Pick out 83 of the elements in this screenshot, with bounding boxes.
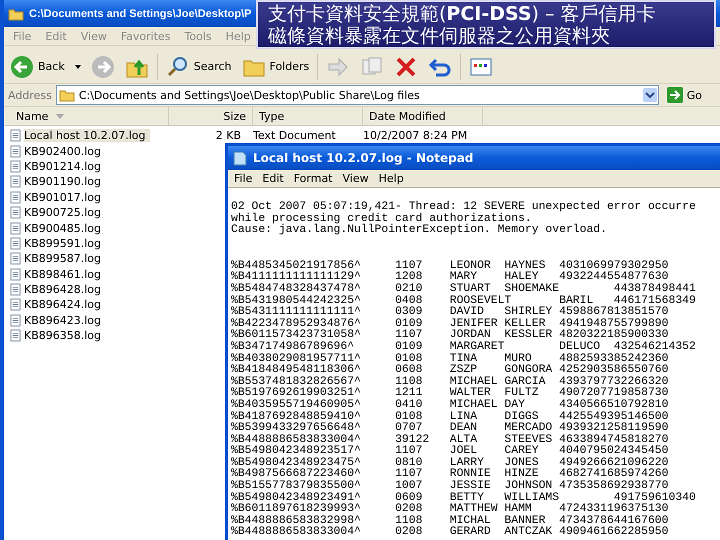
dropdown-icon[interactable] (642, 88, 657, 102)
document-item[interactable]: KB899591.log (10, 236, 165, 251)
document-item[interactable]: KB901214.log (10, 158, 165, 174)
log-record: %B5537481832826567^ 1108 MICHAEL GARCIA 4393797732266320 (231, 376, 670, 388)
log-record: %B4035955719460905^ 0410 MICHAEL DAY 4340566510792810 (231, 400, 670, 411)
log-record: %B5155778379835500^ 1007 JESSIE JOHNSON 4735358692938770 (231, 481, 668, 492)
go-arrow-icon (666, 87, 683, 103)
log-record: %B347174986789696^ 0109 MARGARET DELUCO 432546214352 (231, 342, 697, 353)
log-record: %B6011897618239993^ 0208 MATTHEW HAMM 4724331196375130 (231, 504, 670, 516)
back-button[interactable]: Back (8, 52, 83, 80)
log-line: Cause: java.lang.NullPointerException. Memory overload. (231, 225, 608, 237)
column-header[interactable]: Size (169, 107, 253, 125)
log-record: %B4111111111111129^ 1208 MARY HALEY 4932244554877630 (231, 272, 668, 284)
log-record: %B4987566687223460^ 1107 RONNIE HINZE 4682741685974260 (231, 469, 670, 480)
text-document-icon (10, 252, 21, 266)
log-record: %B4488886583832998^ 1108 MICHAL BANNER 4734378644167600 (231, 516, 670, 527)
document-item[interactable]: KB896428.log (10, 282, 165, 298)
window-title: C:\Documents and Settings\Joe\Desktop\P (29, 8, 252, 20)
document-item[interactable]: KB896358.log (10, 328, 165, 344)
log-record: %B4038029081957711^ 0108 TINA MURO 4882593385242360 (231, 354, 670, 365)
text-document-icon (10, 144, 21, 158)
folders-button[interactable]: Folders (240, 52, 312, 80)
notepad-icon (232, 150, 248, 166)
log-record: %B4485345021917856^ 1107 LEONOR HAYNES 4031069979302950 (231, 260, 670, 272)
file-type: Text Document (252, 129, 337, 142)
caption-text: 磁條資料暴露在文件伺服器之公用資料夾 (268, 24, 611, 46)
menu-item[interactable]: Edit (258, 172, 288, 185)
text-document-icon (10, 314, 21, 327)
log-record: %B4488886583833004^ 39122 ALTA STEEVES 4633894745818270 (231, 434, 670, 446)
text-document-icon (10, 283, 21, 296)
log-record: %B5197692619903251^ 1211 WALTER FULTZ 4907207719858730 (231, 388, 670, 400)
log-record: %B5484748328437478^ 0210 STUART SHOEMAKE 443878498441 (231, 284, 697, 295)
file-date: 10/2/2007 8:24 PM (362, 129, 468, 142)
address-field[interactable]: C:\Documents and Settings\Joe\Desktop\Public Share\Log files (56, 85, 659, 105)
document-item[interactable]: KB901190.log (10, 174, 165, 190)
text-document-icon (10, 329, 21, 342)
log-record: %B5498042348923491^ 0609 BETTY WILLIAMS 491759610340 (231, 492, 697, 504)
sort-caret-icon (56, 114, 64, 118)
column-header[interactable]: Name (4, 107, 169, 125)
log-record: %B5431980544242325^ 0408 ROOSEVELT BARIL 446171568349 (231, 296, 697, 307)
text-document-icon (10, 236, 21, 250)
document-item[interactable]: KB899587.log (10, 251, 165, 266)
text-document-icon (10, 268, 21, 281)
menu-item[interactable]: Help (374, 172, 408, 185)
document-item[interactable]: KB900485.log (10, 220, 165, 236)
caret-icon (74, 64, 81, 68)
column-header[interactable]: Type (253, 107, 363, 125)
document-item[interactable]: KB896424.log (10, 297, 165, 312)
document-item[interactable]: KB896423.log (10, 312, 165, 328)
column-header[interactable]: Date Modified (363, 107, 483, 125)
menu-item[interactable]: Format (290, 172, 336, 185)
menu-item[interactable]: File (230, 172, 256, 185)
log-record: %B4223478952934876^ 0109 JENIFER KELLER 4941948755799890 (231, 318, 670, 330)
caption-text: 支付卡資料安全規範(PCI-DSS) – 客戶信用卡 (268, 2, 657, 24)
log-record: %B5431111111111111^ 0309 DAVID SHIRLEY 4598867813851570 (231, 307, 670, 318)
text-document-icon (10, 222, 21, 235)
document-item[interactable]: KB900725.log (10, 205, 165, 220)
log-line: 02 Oct 2007 05:07:19,421- Thread: 12 SEVERE unexpected error occurre (231, 202, 697, 213)
menu-item[interactable]: View (338, 172, 373, 185)
text-document-icon (10, 298, 21, 312)
delete-icon[interactable] (394, 54, 418, 78)
document-item[interactable]: KB901017.log (10, 190, 165, 205)
search-icon (166, 54, 190, 78)
window-title: Local host 10.2.07.log - Notepad (253, 151, 474, 165)
document-item[interactable]: KB902400.log (10, 144, 165, 159)
log-record: %B4488886583833004^ 0208 GERARD ANTCZAK 4909461662285950 (231, 527, 670, 540)
address-label: Address (8, 88, 52, 102)
go-button[interactable]: Go (662, 87, 716, 103)
text-document-icon (10, 160, 21, 173)
log-record: %B4184849548118306^ 0608 ZSZP GONGORA 4252903586550760 (231, 365, 670, 376)
log-record: %B4187692848859410^ 0108 LINA DIGGS 4425549395146500 (231, 412, 670, 422)
log-record: %B5399433297656648^ 0707 DEAN MERCADO 4939321258119590 (231, 423, 670, 434)
document-item[interactable]: KB898461.log (10, 266, 165, 282)
log-record: %B5498042348923475^ 0810 LARRY JONES 4949266621096220 (231, 458, 670, 469)
text-document-icon (10, 175, 21, 188)
log-line: while processing credit card authorizations. (231, 214, 532, 225)
log-record: %B5498042348923517^ 1107 JOEL CAREY 4040795024345450 (231, 446, 670, 458)
file-size: 2 KB (214, 129, 242, 142)
text-document-icon (10, 129, 21, 142)
search-button[interactable]: Search (164, 52, 234, 80)
log-record: %B6011573423731058^ 1107 JORDAN KESSLER 4820322185900330 (231, 330, 668, 342)
text-document-icon (10, 190, 21, 204)
text-document-icon (10, 206, 21, 220)
